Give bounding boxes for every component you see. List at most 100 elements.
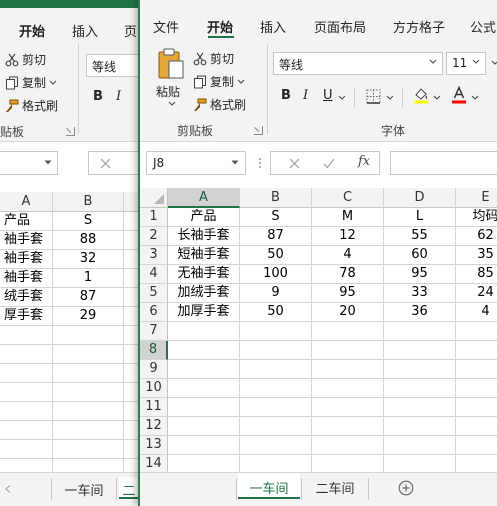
front-excel-window[interactable]: 文件 开始 插入 页面布局 方方格子 公式 粘贴 剪切 复制 格式刷 剪贴板 等… <box>138 0 497 506</box>
cell-c13[interactable] <box>312 436 384 455</box>
back-name-box[interactable] <box>0 151 58 175</box>
cell-e9[interactable] <box>456 360 497 379</box>
highlight-fill-icon[interactable] <box>413 86 429 104</box>
back-format-painter-button[interactable]: 格式刷 <box>5 97 58 114</box>
cell-c8[interactable] <box>312 341 384 360</box>
row-header[interactable]: 12 <box>140 417 168 436</box>
cell-e8[interactable] <box>456 341 497 360</box>
back-cell-a[interactable] <box>0 421 53 440</box>
cell-b11[interactable] <box>240 398 312 417</box>
cell-a13[interactable] <box>168 436 240 455</box>
back-cell-b[interactable] <box>53 440 124 459</box>
cell-d1[interactable]: L <box>384 208 456 227</box>
back-cell-a[interactable] <box>0 440 53 459</box>
chevron-down-icon[interactable] <box>433 95 441 101</box>
back-col-head-b[interactable]: B <box>53 192 124 212</box>
row-header[interactable]: 6 <box>140 303 168 322</box>
back-cell-a[interactable]: 厚手套 <box>0 307 53 326</box>
back-cell-b[interactable]: 32 <box>53 250 124 269</box>
sheet-tab-2[interactable]: 二车间 <box>304 478 366 497</box>
cell-e5[interactable]: 24 <box>456 284 497 303</box>
chevron-down-icon[interactable] <box>491 60 497 66</box>
cell-b10[interactable] <box>240 379 312 398</box>
cell-b8[interactable] <box>240 341 312 360</box>
back-cell-b[interactable] <box>53 345 124 364</box>
back-sheet-tab-1[interactable]: 一车间 <box>58 480 110 499</box>
tab-insert[interactable]: 插入 <box>260 17 286 36</box>
cell-d2[interactable]: 55 <box>384 227 456 246</box>
cell-a6[interactable]: 加厚手套 <box>168 303 240 322</box>
chevron-down-icon[interactable] <box>471 95 479 101</box>
cell-a2[interactable]: 长袖手套 <box>168 227 240 246</box>
tab-formulas[interactable]: 公式 <box>470 17 496 36</box>
cell-b7[interactable] <box>240 322 312 341</box>
cancel-x-icon[interactable] <box>100 158 111 169</box>
cell-b1[interactable]: S <box>240 208 312 227</box>
cell-e12[interactable] <box>456 417 497 436</box>
back-excel-window[interactable]: 开始 插入 页 剪切 复制 格式刷 贴板 等线 B I A B 产品 S 袖手套… <box>0 0 138 506</box>
cell-c5[interactable]: 95 <box>312 284 384 303</box>
back-cell-b[interactable] <box>53 326 124 345</box>
font-family-select[interactable]: 等线 <box>273 52 443 75</box>
col-header-d[interactable]: D <box>384 188 456 208</box>
col-header-c[interactable]: C <box>312 188 384 208</box>
col-header-b[interactable]: B <box>240 188 312 208</box>
tab-page-layout[interactable]: 页面布局 <box>314 17 366 36</box>
cell-d8[interactable] <box>384 341 456 360</box>
cancel-x-icon[interactable] <box>289 158 300 169</box>
cell-e10[interactable] <box>456 379 497 398</box>
back-cell-a[interactable] <box>0 364 53 383</box>
cell-a5[interactable]: 加绒手套 <box>168 284 240 303</box>
row-header[interactable]: 8 <box>140 341 168 360</box>
cell-d13[interactable] <box>384 436 456 455</box>
cell-e3[interactable]: 35 <box>456 246 497 265</box>
row-header[interactable]: 2 <box>140 227 168 246</box>
cell-e6[interactable]: 4 <box>456 303 497 322</box>
row-header[interactable]: 10 <box>140 379 168 398</box>
col-header-e[interactable]: E <box>456 188 497 208</box>
row-header[interactable]: 3 <box>140 246 168 265</box>
cell-b6[interactable]: 50 <box>240 303 312 322</box>
back-cell-c[interactable] <box>124 421 138 440</box>
cell-d11[interactable] <box>384 398 456 417</box>
back-cell-c[interactable] <box>124 288 138 307</box>
cell-b5[interactable]: 9 <box>240 284 312 303</box>
formula-bar-grip-icon[interactable] <box>258 157 262 169</box>
cell-e4[interactable]: 85 <box>456 265 497 284</box>
back-cell-c[interactable] <box>124 307 138 326</box>
row-header[interactable]: 4 <box>140 265 168 284</box>
back-cell-b[interactable]: 88 <box>53 231 124 250</box>
back-cell-a[interactable] <box>0 345 53 364</box>
cell-b2[interactable]: 87 <box>240 227 312 246</box>
cell-e7[interactable] <box>456 322 497 341</box>
cut-button[interactable]: 剪切 <box>193 50 234 67</box>
cell-a3[interactable]: 短袖手套 <box>168 246 240 265</box>
underline-button[interactable]: U <box>323 88 333 103</box>
back-col-head-a[interactable]: A <box>0 192 53 212</box>
cell-c10[interactable] <box>312 379 384 398</box>
tab-home[interactable]: 开始 <box>207 17 233 36</box>
paste-button[interactable]: 粘贴 <box>152 46 192 110</box>
cell-e1[interactable]: 均码 <box>456 208 497 227</box>
back-col-head-c[interactable] <box>124 192 138 212</box>
cell-a10[interactable] <box>168 379 240 398</box>
cell-d5[interactable]: 33 <box>384 284 456 303</box>
cell-a11[interactable] <box>168 398 240 417</box>
chevron-down-icon[interactable] <box>338 95 346 101</box>
cell-b13[interactable] <box>240 436 312 455</box>
cell-d10[interactable] <box>384 379 456 398</box>
back-cell-b[interactable]: S <box>53 212 124 231</box>
back-cell-b[interactable]: 87 <box>53 288 124 307</box>
cell-a7[interactable] <box>168 322 240 341</box>
back-cell-c[interactable] <box>124 345 138 364</box>
bold-button[interactable]: B <box>281 88 291 103</box>
sheet-tab-1[interactable]: 一车间 <box>238 473 300 499</box>
cell-a9[interactable] <box>168 360 240 379</box>
back-cell-c[interactable] <box>124 364 138 383</box>
back-cell-a[interactable]: 袖手套 <box>0 231 53 250</box>
back-cell-a[interactable] <box>0 326 53 345</box>
cell-b3[interactable]: 50 <box>240 246 312 265</box>
cell-c11[interactable] <box>312 398 384 417</box>
cell-b9[interactable] <box>240 360 312 379</box>
back-cell-c[interactable] <box>124 250 138 269</box>
